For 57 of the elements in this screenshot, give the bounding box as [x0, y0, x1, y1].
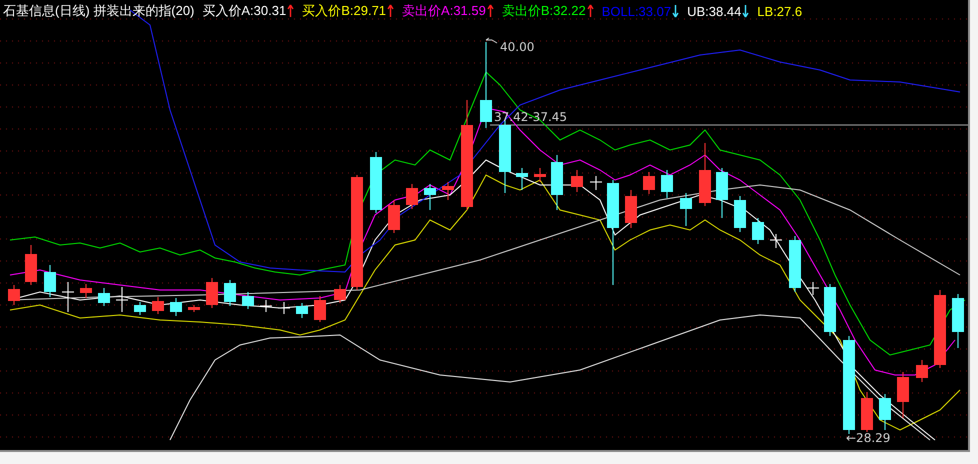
- candlestick: [25, 244, 37, 286]
- indicator-value: UB:38.44: [687, 4, 742, 18]
- candlestick: [752, 218, 764, 244]
- candlestick: [170, 298, 182, 316]
- candlestick: [625, 190, 637, 228]
- candlestick: [861, 392, 873, 432]
- candlestick: [98, 288, 110, 306]
- candlestick: [260, 300, 272, 312]
- candlestick: [80, 284, 92, 298]
- indicator-value: 卖出价A:31.59: [402, 2, 486, 20]
- candlestick: [806, 282, 820, 296]
- candlestick: [134, 302, 146, 316]
- candlestick: [206, 278, 218, 308]
- candlestick: [424, 184, 436, 210]
- indicator-value: 卖出价B:32.22: [502, 2, 586, 20]
- candlestick: [62, 282, 74, 312]
- candlestick: [643, 172, 655, 194]
- candlestick: [8, 284, 20, 306]
- candlestick: [516, 168, 528, 190]
- price-label: 40.00: [500, 40, 534, 54]
- candlestick: [716, 168, 728, 218]
- pointer-icon: [486, 38, 498, 44]
- indicator-value: LB:27.6: [757, 4, 802, 18]
- candlestick: [590, 176, 602, 190]
- candlestick: [897, 372, 909, 418]
- candlestick: [44, 264, 56, 298]
- candlestick: [442, 182, 454, 200]
- indicator-value: 买入价B:29.71: [302, 2, 386, 20]
- chart-title: 石基信息(日线) 拼装出来的指(20): [3, 2, 194, 20]
- candlestick: [661, 170, 673, 198]
- price-label: ←28.29: [846, 431, 890, 445]
- candlestick: [224, 280, 236, 306]
- candlestick: [551, 154, 563, 210]
- candlestick: [879, 394, 891, 430]
- candlestick: [188, 304, 200, 312]
- candlestick: [571, 170, 583, 192]
- candlestick: [334, 284, 346, 304]
- candlestick: [680, 192, 692, 226]
- candlestick: [388, 200, 400, 234]
- candlestick: [770, 234, 782, 248]
- candlestick: [278, 302, 290, 314]
- candlestick: [734, 196, 746, 232]
- indicator-value: 买入价A:30.31: [202, 2, 286, 20]
- candlestick: [952, 294, 964, 348]
- candlestick: [370, 152, 382, 214]
- candlestick: [699, 142, 711, 206]
- candlestick: [296, 302, 308, 318]
- candlestick: [916, 360, 928, 382]
- candlestick: [789, 236, 801, 292]
- candlestick: [314, 296, 326, 322]
- indicator-value: BOLL:33.07: [602, 4, 672, 18]
- candlestick: [406, 184, 418, 210]
- candlestick: [534, 168, 546, 182]
- candlestick: [242, 292, 254, 310]
- candlestick: [116, 286, 128, 312]
- candlestick: [824, 284, 836, 336]
- candlestick: [152, 296, 164, 314]
